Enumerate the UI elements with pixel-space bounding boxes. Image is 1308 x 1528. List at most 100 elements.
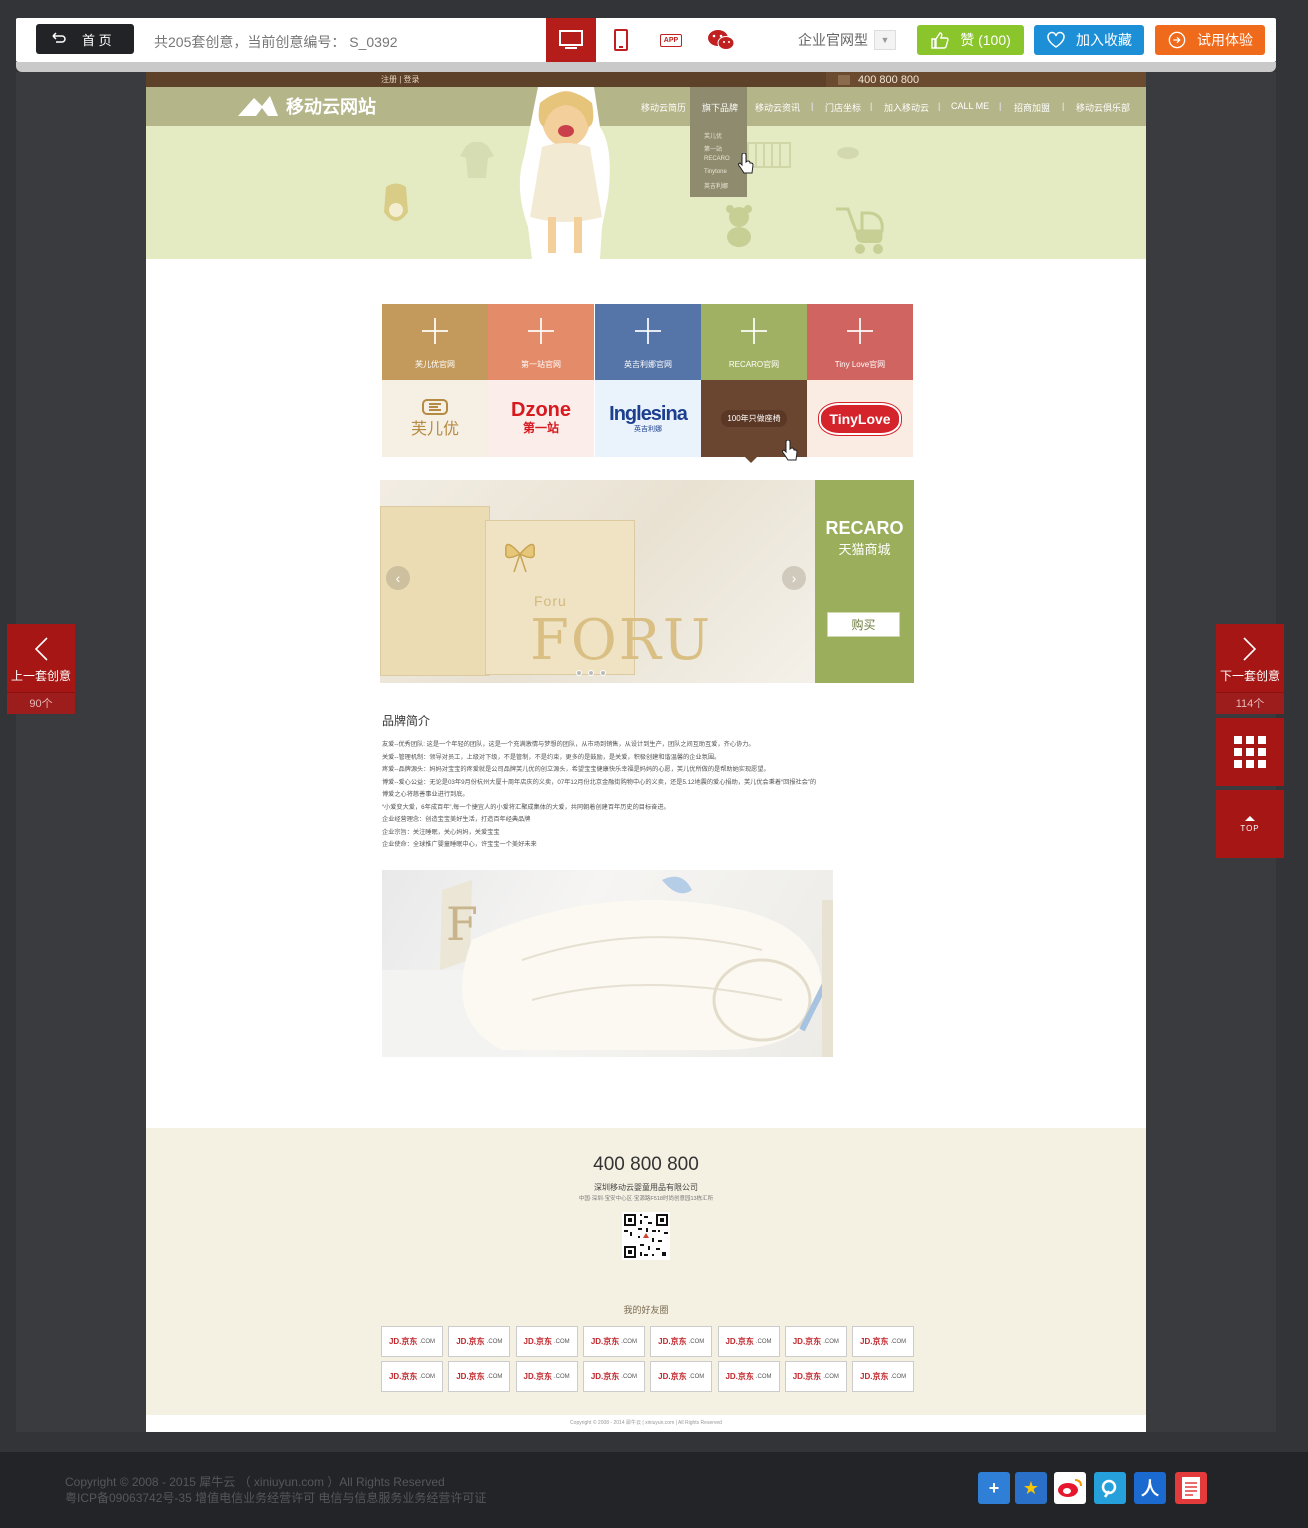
intro-line: 企业经营理念：创造宝宝美好生活，打造百年经典品牌 (382, 816, 531, 823)
site-phone-bar: 400 800 800 (826, 72, 1146, 87)
tile-recaro[interactable]: RECARO官网 (701, 304, 807, 380)
template-type-select[interactable]: 企业官网型 ▼ (798, 30, 896, 50)
slider-dot[interactable] (588, 670, 594, 676)
dzone-cn: 第一站 (522, 421, 559, 435)
all-templates-button[interactable] (1216, 718, 1284, 786)
nav-item-brands[interactable]: 旗下品牌 (702, 101, 738, 114)
brand-logo-dzone[interactable]: Dzone 第一站 (488, 380, 594, 457)
friend-link-logo[interactable]: JD.京东 .COM (582, 1361, 645, 1392)
friend-link-sub: .COM (419, 1338, 436, 1345)
friend-link-logo[interactable]: JD.京东 .COM (448, 1326, 511, 1357)
friend-link-logo[interactable]: JD.京东 .COM (650, 1361, 713, 1392)
wechat-icon (708, 30, 735, 50)
tile-inglesina[interactable]: 英吉利娜官网 (595, 304, 701, 380)
nav-item-callme[interactable]: CALL ME (951, 101, 989, 111)
buy-button[interactable]: 购买 (827, 612, 900, 637)
next-template-button[interactable]: 下一套创意 114个 (1216, 624, 1284, 714)
trial-button[interactable]: 试用体验 (1155, 25, 1265, 55)
tile-tinylove[interactable]: Tiny Love官网 (807, 304, 913, 380)
next-template-label: 下一套创意 (1219, 669, 1280, 683)
weibo-glyph (1058, 1479, 1082, 1497)
friend-link-logo[interactable]: JD.京东 .COM (784, 1326, 847, 1357)
friend-link-logo[interactable]: JD.京东 .COM (784, 1361, 847, 1392)
hand-cursor-icon (738, 153, 754, 174)
slider-prev-button[interactable]: ‹ (386, 566, 410, 590)
slider-next-button[interactable]: › (782, 566, 806, 590)
nav-item-club[interactable]: 移动云俱乐部 (1076, 101, 1130, 114)
nav-separator: | (870, 101, 873, 111)
toolbar-divider (16, 62, 1276, 72)
dropdown-item[interactable]: RECARO (704, 156, 730, 162)
friend-link-logo[interactable]: JD.京东 .COM (650, 1326, 713, 1357)
stroller-icon (836, 207, 884, 254)
wechat-view-tab[interactable] (696, 18, 746, 62)
friend-link-logo[interactable]: JD.京东 .COM (582, 1326, 645, 1357)
caret-up-icon (1245, 815, 1255, 821)
quilt-photo: F (382, 870, 833, 1057)
app-icon: APP (659, 33, 683, 47)
friend-link-sub: .COM (755, 1338, 772, 1345)
tablet-view-tab[interactable] (596, 18, 646, 62)
friend-link-sub: .COM (553, 1338, 570, 1345)
friend-link-sub: .COM (553, 1373, 570, 1380)
weibo-icon[interactable] (1054, 1472, 1086, 1504)
product-slider: Foru FORU ‹ › (380, 480, 815, 683)
friend-link-text: JD.京东 (860, 1372, 889, 1381)
register-login-link[interactable]: 注册 | 登录 (381, 74, 420, 85)
nav-item-profile[interactable]: 移动云简历 (641, 101, 686, 114)
friend-link-logo[interactable]: JD.京东 .COM (852, 1326, 915, 1357)
nav-item-news[interactable]: 移动云资讯 (755, 101, 800, 114)
friend-link-logo[interactable]: JD.京东 .COM (852, 1361, 915, 1392)
friend-link-logo[interactable]: JD.京东 .COM (515, 1361, 578, 1392)
intro-title: 品牌简介 (382, 714, 431, 728)
friends-title: 我的好友圈 (623, 1305, 669, 1315)
friend-link-text: JD.京东 (590, 1372, 620, 1381)
friend-link-logo[interactable]: JD.京东 .COM (515, 1326, 578, 1357)
dropdown-item[interactable]: 第一站 (704, 144, 722, 153)
friend-link-logo[interactable]: JD.京东 .COM (381, 1361, 443, 1392)
brand-logo-tinylove[interactable]: TinyLove (807, 380, 913, 457)
friend-link-logo[interactable]: JD.京东 .COM (717, 1361, 780, 1392)
site-phone: 400 800 800 (858, 73, 920, 86)
template-count-text: 共205套创意，当前创意编号： S_0392 (154, 34, 398, 50)
more-share-icon[interactable] (1175, 1472, 1207, 1504)
nav-item-join[interactable]: 加入移动云 (884, 101, 929, 114)
renren-icon[interactable]: 人 (1134, 1472, 1166, 1504)
nav-separator: | (811, 101, 814, 111)
tile-label: 第一站官网 (521, 360, 561, 369)
add-share-icon[interactable]: + (978, 1472, 1010, 1504)
brand-logo-inglesina[interactable]: Inglesina 英吉利娜 (595, 380, 701, 457)
friend-link-logo[interactable]: JD.京东 .COM (717, 1326, 780, 1357)
nav-item-stores[interactable]: 门店坐标 (825, 101, 861, 114)
qzone-icon[interactable]: ★ (1015, 1472, 1047, 1504)
like-button[interactable]: 赞 (100) (917, 25, 1024, 55)
intro-text: 友爱--优秀团队: 这是一个年轻的团队，这是一个充满激情与梦想的团队，从市场到销… (382, 739, 922, 852)
prev-template-button[interactable]: 上一套创意 90个 (7, 624, 75, 714)
friend-link-text: JD.京东 (523, 1337, 552, 1346)
tile-dzone[interactable]: 第一站官网 (488, 304, 594, 380)
friend-link-text: JD.京东 (388, 1337, 418, 1346)
back-to-top-button[interactable]: TOP (1216, 790, 1284, 858)
app-view-tab[interactable]: APP (646, 18, 696, 62)
footer-copyright: Copyright © 2008 - 2015 犀牛云 （ xiniuyun.c… (65, 1474, 486, 1506)
dropdown-item[interactable]: Tinytone (704, 169, 727, 175)
dropdown-item[interactable]: 英吉利娜 (704, 181, 728, 190)
desktop-view-tab[interactable] (546, 18, 596, 68)
friend-link-sub: .COM (486, 1373, 503, 1380)
dropdown-item[interactable]: 芙儿优 (704, 131, 722, 140)
nav-item-franchise[interactable]: 招商加盟 (1014, 101, 1050, 114)
brand-logo-foru[interactable]: 芙儿优 (382, 380, 488, 457)
site-logo[interactable]: 移动云网站 (236, 93, 376, 119)
tencent-weibo-icon[interactable] (1094, 1472, 1126, 1504)
site-footer: 400 800 800 深圳移动云婴童用品有限公司 中国·深圳·宝安中心区·宝源… (146, 1128, 1146, 1415)
friend-link-text: JD.京东 (456, 1372, 485, 1381)
friend-link-logo[interactable]: JD.京东 .COM (448, 1361, 511, 1392)
favorite-button[interactable]: 加入收藏 (1034, 25, 1144, 55)
slider-dot[interactable] (576, 670, 582, 676)
home-button[interactable]: 首 页 (36, 24, 134, 54)
plus-icon (741, 318, 767, 344)
slider-dot[interactable] (600, 670, 606, 676)
friend-link-logo[interactable]: JD.京东 .COM (381, 1326, 443, 1357)
recaro-promo: RECARO 天猫商城 购买 (815, 480, 914, 683)
tile-foru[interactable]: 芙儿优官网 (382, 304, 488, 380)
